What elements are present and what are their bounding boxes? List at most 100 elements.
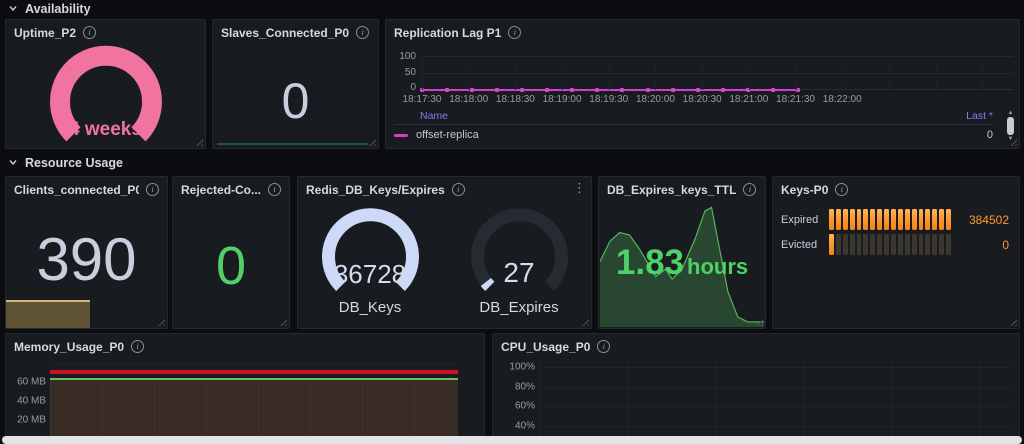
legend: Name Last * offset-replica 0	[394, 110, 993, 141]
bar-segment	[911, 234, 917, 255]
panel-title[interactable]: Keys-P0	[781, 183, 828, 197]
bar-value: 0	[1002, 237, 1009, 252]
bar-segment	[932, 209, 938, 230]
panel-title[interactable]: Redis_DB_Keys/Expires	[306, 183, 445, 197]
grid-line	[515, 56, 517, 90]
panel-menu-icon[interactable]: ⋮	[573, 181, 586, 194]
ttl-value-wrap: 1.83 hours	[599, 243, 765, 283]
grid-line	[702, 56, 704, 90]
bar-segment	[835, 234, 841, 255]
db-expires-value: 27	[503, 257, 535, 288]
info-icon[interactable]: i	[268, 183, 281, 196]
y-tick: 100%	[509, 361, 535, 373]
section-availability[interactable]: Availability	[8, 1, 91, 17]
section-resource-usage[interactable]: Resource Usage	[8, 155, 123, 171]
bar-segment	[918, 234, 924, 255]
bottom-edge-strip	[2, 436, 1022, 444]
legend-name-header[interactable]: Name	[420, 110, 448, 122]
grid-lines	[539, 360, 1011, 444]
bar-segment	[856, 209, 862, 230]
bar-segment	[891, 209, 896, 230]
memory-limit-line	[50, 370, 458, 374]
resize-handle[interactable]	[156, 317, 165, 326]
panel-ttl: DB_Expires_keys_TTL i 1.83 hours	[598, 176, 766, 329]
series-name[interactable]: offset-replica	[416, 129, 479, 141]
bar-segment	[829, 209, 834, 230]
info-icon[interactable]: i	[356, 26, 370, 39]
data-point	[570, 88, 575, 92]
resize-handle[interactable]	[278, 317, 287, 326]
panel-title[interactable]: Uptime_P2	[14, 26, 76, 40]
memory-used-line	[50, 378, 458, 380]
panel-clients: Clients_connected_P0 i 390	[5, 176, 168, 329]
bar-segment	[863, 209, 869, 230]
memory-plot	[50, 360, 458, 444]
clients-sparkline	[6, 300, 90, 328]
replication-plot	[420, 56, 1013, 92]
data-point	[645, 88, 650, 92]
panel-title[interactable]: Replication Lag P1	[394, 26, 501, 40]
bar-segment	[932, 234, 938, 255]
info-icon[interactable]: i	[146, 183, 159, 196]
bar-segment	[877, 209, 883, 230]
info-icon[interactable]: i	[743, 183, 757, 196]
bar-segment	[842, 209, 848, 230]
panel-cpu: CPU_Usage_P0 i 100% 80% 60% 40%	[492, 333, 1020, 444]
bar-gauge-row: Expired 384502	[781, 207, 1009, 232]
grid-line	[562, 56, 564, 90]
panel-title[interactable]: Slaves_Connected_P0	[221, 26, 349, 40]
resize-handle[interactable]	[1008, 317, 1017, 326]
db-keys-value: 36728	[333, 259, 407, 289]
info-icon[interactable]: i	[83, 26, 97, 39]
y-axis-labels: 100% 80% 60% 40%	[497, 334, 535, 444]
bar-segment	[870, 209, 876, 230]
bar-segments	[829, 209, 952, 230]
scrollbar-thumb[interactable]	[1007, 117, 1014, 135]
panel-title[interactable]: Clients_connected_P0	[14, 183, 139, 197]
bar-segment	[849, 234, 855, 255]
x-tick: 18:21:30	[776, 94, 815, 105]
data-point	[520, 88, 525, 92]
y-tick: 80%	[514, 381, 535, 393]
y-tick: 100	[399, 51, 416, 62]
data-point	[670, 88, 675, 92]
dashboard: Availability Uptime_P2 i 4 weeks Slaves_…	[0, 0, 1024, 444]
y-tick: 50	[404, 66, 416, 78]
uptime-value: 4 weeks	[69, 119, 142, 140]
panel-slaves: Slaves_Connected_P0 i 0	[212, 19, 379, 149]
ttl-unit: hours	[687, 254, 749, 280]
bar-segment	[939, 209, 945, 230]
grid-line	[422, 56, 423, 90]
bar-segment	[849, 209, 855, 230]
info-icon[interactable]: i	[131, 340, 145, 353]
info-icon[interactable]: i	[451, 183, 465, 196]
scroll-up-icon[interactable]: ▲	[1008, 110, 1014, 116]
bar-label: Expired	[781, 213, 819, 226]
bar-segment	[925, 234, 931, 255]
panel-title[interactable]: DB_Expires_keys_TTL	[607, 183, 736, 197]
section-label: Availability	[25, 2, 91, 16]
panel-title[interactable]: Rejected-Co...	[181, 183, 261, 197]
resize-handle[interactable]	[367, 137, 376, 146]
legend-scrollbar[interactable]: ▲ ▼	[1006, 110, 1015, 142]
data-point	[545, 88, 550, 92]
legend-row[interactable]: offset-replica 0	[394, 125, 993, 141]
y-tick: 40 MB	[17, 395, 46, 407]
bar-gauge-rows: Expired 384502 Evicted 0	[781, 207, 1009, 257]
panel-uptime: Uptime_P2 i 4 weeks	[5, 19, 206, 149]
y-tick: 0	[410, 82, 416, 93]
resize-handle[interactable]	[580, 317, 589, 326]
bar-segments	[829, 234, 952, 255]
y-axis-labels: 100 50 0	[390, 51, 416, 93]
x-tick: 18:19:00	[542, 94, 582, 105]
legend-last-header[interactable]: Last *	[966, 110, 993, 122]
info-icon[interactable]: i	[508, 26, 522, 39]
info-icon[interactable]: i	[597, 340, 611, 353]
panel-replication: Replication Lag P1 i 100 50 0 18:17:30 18:1…	[385, 19, 1020, 149]
y-axis-labels: 60 MB 40 MB 20 MB	[10, 334, 46, 444]
grid-line	[842, 56, 844, 90]
panel-rejected: Rejected-Co... i 0	[172, 176, 290, 329]
info-icon[interactable]: i	[835, 183, 849, 196]
scroll-down-icon[interactable]: ▼	[1008, 136, 1014, 142]
grid-line	[468, 56, 470, 90]
